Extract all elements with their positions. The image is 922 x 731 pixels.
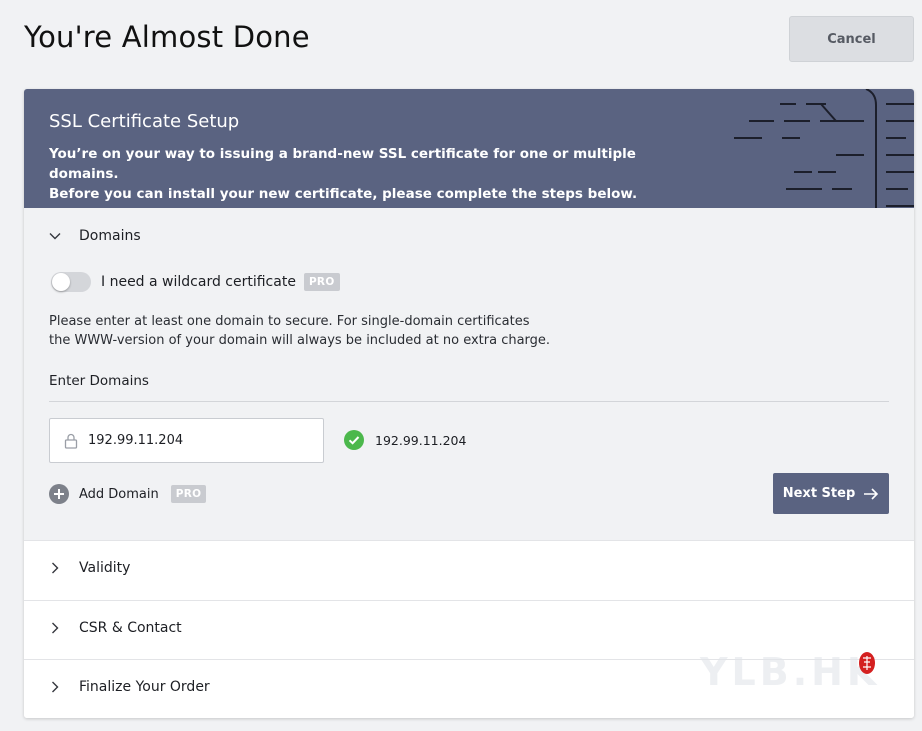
validity-accordion-header[interactable]: Validity (49, 560, 130, 576)
watermark-text: YLB.HK (700, 650, 881, 694)
chevron-right-icon (52, 562, 59, 574)
validity-section: Validity (24, 540, 914, 600)
csr-contact-accordion-header[interactable]: CSR & Contact (49, 620, 182, 636)
section-divider (49, 401, 889, 402)
arrow-right-icon (864, 487, 879, 500)
domain-input[interactable] (88, 433, 308, 448)
enter-domains-label: Enter Domains (49, 373, 149, 389)
red-seal-icon (859, 652, 875, 674)
next-step-label: Next Step (782, 486, 856, 501)
csr-contact-label: CSR & Contact (79, 620, 182, 636)
page-title: You're Almost Done (24, 20, 310, 54)
lock-icon (64, 433, 78, 449)
ssl-setup-card: SSL Certificate Setup You’re on your way… (24, 89, 914, 718)
banner-desc-line-1: You’re on your way to issuing a brand-ne… (49, 146, 636, 182)
code-lines-illustration (734, 89, 914, 208)
help-line-2: the WWW-version of your domain will alwa… (49, 333, 551, 348)
domains-accordion-header[interactable]: Domains (49, 228, 141, 244)
verified-domain: 192.99.11.204 (344, 430, 466, 450)
add-domain-label: Add Domain (79, 486, 159, 502)
banner-title: SSL Certificate Setup (49, 111, 240, 132)
wildcard-toggle[interactable] (51, 272, 91, 292)
setup-banner: SSL Certificate Setup You’re on your way… (24, 89, 914, 208)
check-circle-icon (344, 430, 364, 450)
domains-help-text: Please enter at least one domain to secu… (49, 312, 609, 350)
add-domain-button[interactable]: Add Domain PRO (49, 484, 207, 504)
help-line-1: Please enter at least one domain to secu… (49, 314, 530, 329)
next-step-button[interactable]: Next Step (773, 473, 889, 514)
chevron-right-icon (52, 622, 59, 634)
wildcard-toggle-row: I need a wildcard certificate PRO (51, 272, 340, 292)
domain-input-field[interactable] (49, 418, 324, 463)
banner-description: You’re on your way to issuing a brand-ne… (49, 144, 689, 204)
domains-label: Domains (79, 228, 141, 244)
finalize-order-label: Finalize Your Order (79, 679, 210, 695)
wildcard-toggle-label: I need a wildcard certificate (101, 274, 296, 290)
chevron-down-icon (49, 233, 61, 240)
finalize-order-accordion-header[interactable]: Finalize Your Order (49, 679, 210, 695)
validity-label: Validity (79, 560, 131, 576)
chevron-right-icon (52, 681, 59, 693)
pro-badge: PRO (170, 485, 207, 503)
pro-badge: PRO (303, 273, 340, 291)
domains-section: Domains I need a wildcard certificate PR… (24, 208, 914, 540)
verified-domain-text: 192.99.11.204 (375, 432, 467, 448)
toggle-knob (52, 273, 70, 291)
plus-circle-icon (49, 484, 69, 504)
cancel-button[interactable]: Cancel (789, 16, 914, 62)
banner-desc-line-2: Before you can install your new certific… (49, 186, 638, 202)
